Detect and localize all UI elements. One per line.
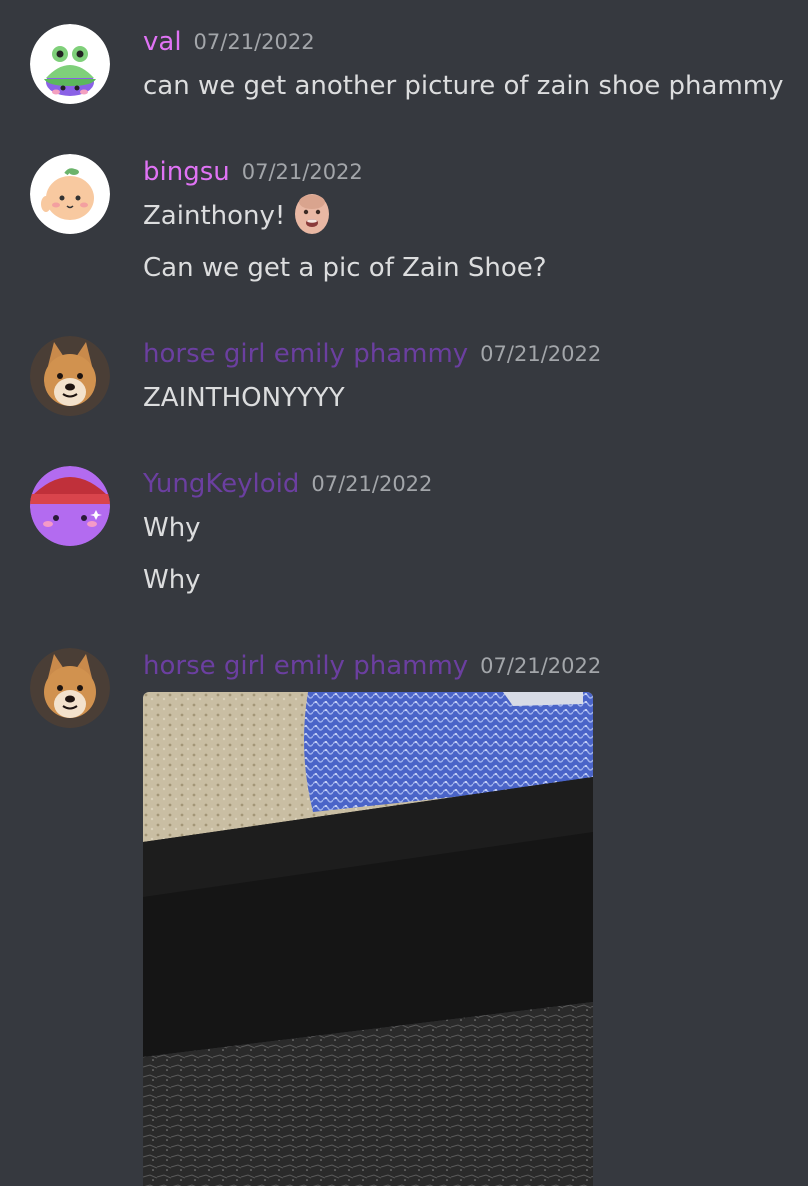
message-text: Can we get a pic of Zain Shoe? bbox=[143, 253, 547, 283]
chat-messages: val 07/21/2022 can we get another picture… bbox=[0, 0, 808, 1186]
message-text: ZAINTHONYYYY bbox=[143, 383, 345, 413]
baby-face-emoji-icon[interactable] bbox=[293, 192, 331, 236]
timestamp: 07/21/2022 bbox=[311, 472, 433, 496]
avatar[interactable] bbox=[30, 648, 110, 728]
peach-creature-avatar-icon bbox=[30, 154, 110, 234]
shiba-dog-avatar-icon bbox=[30, 648, 110, 728]
message-text: Why bbox=[143, 513, 201, 543]
timestamp: 07/21/2022 bbox=[241, 160, 363, 184]
frog-jelly-avatar-icon bbox=[30, 24, 110, 104]
message-text: Why bbox=[143, 565, 201, 595]
shiba-dog-avatar-icon bbox=[30, 336, 110, 416]
username[interactable]: val bbox=[143, 22, 182, 62]
message-header: horse girl emily phammy 07/21/2022 bbox=[143, 646, 601, 686]
avatar[interactable] bbox=[30, 154, 110, 234]
username[interactable]: horse girl emily phammy bbox=[143, 646, 468, 686]
timestamp: 07/21/2022 bbox=[480, 342, 602, 366]
username[interactable]: horse girl emily phammy bbox=[143, 334, 468, 374]
image-attachment[interactable] bbox=[143, 692, 593, 1186]
message-header: val 07/21/2022 bbox=[143, 22, 315, 62]
shoe-photo bbox=[143, 692, 593, 1186]
avatar[interactable] bbox=[30, 466, 110, 546]
message-text: Zainthony! bbox=[143, 201, 286, 231]
avatar[interactable] bbox=[30, 336, 110, 416]
avatar[interactable] bbox=[30, 24, 110, 104]
username[interactable]: bingsu bbox=[143, 152, 230, 192]
purple-beanie-avatar-icon bbox=[30, 466, 110, 546]
message-text: can we get another picture of zain shoe … bbox=[143, 71, 784, 101]
message-header: bingsu 07/21/2022 bbox=[143, 152, 363, 192]
timestamp: 07/21/2022 bbox=[480, 654, 602, 678]
message-text-row: Zainthony! bbox=[143, 193, 331, 236]
message-header: YungKeyloid 07/21/2022 bbox=[143, 464, 432, 504]
username[interactable]: YungKeyloid bbox=[143, 464, 299, 504]
message-header: horse girl emily phammy 07/21/2022 bbox=[143, 334, 601, 374]
timestamp: 07/21/2022 bbox=[193, 30, 315, 54]
